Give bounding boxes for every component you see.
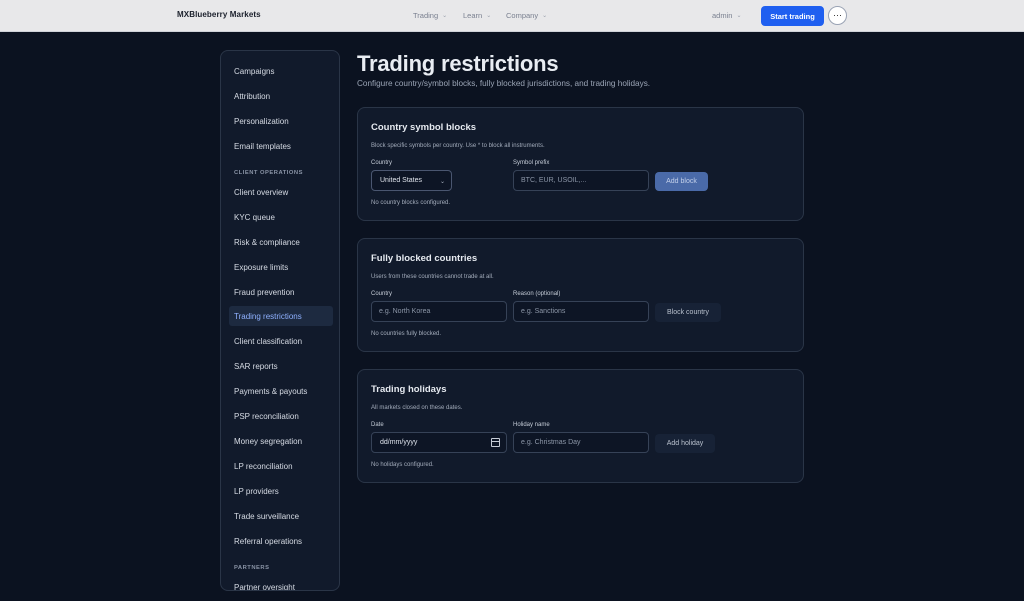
sidebar-item-money-segregation[interactable]: Money segregation: [229, 431, 333, 451]
trading-holidays-card: Trading holidays All markets closed on t…: [357, 369, 804, 483]
top-navigation-bar: MXBlueberry Markets Trading ⌄ Learn ⌄ Co…: [0, 0, 1024, 32]
card-description: All markets closed on these dates.: [371, 405, 463, 411]
sidebar-item-attribution[interactable]: Attribution: [229, 86, 333, 106]
sidebar-section-client-operations: CLIENT OPERATIONS: [234, 170, 303, 176]
more-options-icon[interactable]: ⋯: [828, 6, 847, 25]
empty-state-text: No country blocks configured.: [371, 200, 451, 206]
chevron-down-icon: ⌄: [542, 13, 548, 19]
sidebar-item-kyc-queue[interactable]: KYC queue: [229, 207, 333, 227]
country-symbol-blocks-card: Country symbol blocks Block specific sym…: [357, 107, 804, 221]
nav-learn-label: Learn: [463, 11, 483, 20]
chevron-down-icon: ⌄: [486, 13, 492, 19]
chevron-down-icon: ⌄: [439, 179, 445, 185]
sidebar-item-partner-oversight[interactable]: Partner oversight: [229, 577, 333, 591]
sidebar-item-email-templates[interactable]: Email templates: [229, 136, 333, 156]
country-select-value: United States: [380, 177, 423, 184]
sidebar-item-risk-compliance[interactable]: Risk & compliance: [229, 232, 333, 252]
add-block-button[interactable]: Add block: [655, 172, 708, 191]
date-label: Date: [371, 422, 384, 428]
sidebar-item-exposure-limits[interactable]: Exposure limits: [229, 257, 333, 277]
page-subtitle: Configure country/symbol blocks, fully b…: [357, 79, 651, 88]
chevron-down-icon: ⌄: [442, 13, 448, 19]
admin-menu[interactable]: admin ⌄: [712, 11, 741, 20]
sidebar-item-client-overview[interactable]: Client overview: [229, 182, 333, 202]
country-label: Country: [371, 160, 393, 166]
start-trading-button[interactable]: Start trading: [761, 6, 824, 26]
sidebar: Campaigns Attribution Personalization Em…: [220, 50, 340, 591]
brand-logo-text[interactable]: MXBlueberry Markets: [177, 10, 261, 19]
reason-label: Reason (optional): [513, 291, 561, 297]
holiday-name-label: Holiday name: [513, 422, 550, 428]
sidebar-item-lp-reconciliation[interactable]: LP reconciliation: [229, 456, 333, 476]
holiday-date-input[interactable]: dd/mm/yyyy: [371, 432, 507, 453]
country-label: Country: [371, 291, 393, 297]
calendar-icon[interactable]: [491, 438, 500, 447]
sidebar-item-psp-reconciliation[interactable]: PSP reconciliation: [229, 406, 333, 426]
date-placeholder: dd/mm/yyyy: [380, 439, 418, 446]
page-title: Trading restrictions: [357, 51, 559, 76]
chevron-down-icon: ⌄: [736, 13, 742, 19]
symbol-prefix-input[interactable]: BTC, EUR, USOIL,...: [513, 170, 649, 191]
admin-label: admin: [712, 11, 733, 20]
card-title: Fully blocked countries: [371, 253, 478, 264]
sidebar-item-referral-operations[interactable]: Referral operations: [229, 531, 333, 551]
sidebar-item-trading-restrictions[interactable]: Trading restrictions: [229, 306, 333, 326]
card-title: Country symbol blocks: [371, 122, 477, 133]
sidebar-item-payments-payouts[interactable]: Payments & payouts: [229, 381, 333, 401]
sidebar-section-partners: PARTNERS: [234, 565, 270, 571]
nav-trading-label: Trading: [413, 11, 439, 20]
nav-trading[interactable]: Trading ⌄: [413, 11, 447, 20]
fully-blocked-countries-card: Fully blocked countries Users from these…: [357, 238, 804, 352]
blocked-country-input[interactable]: e.g. North Korea: [371, 301, 507, 322]
nav-learn[interactable]: Learn ⌄: [463, 11, 491, 20]
empty-state-text: No countries fully blocked.: [371, 331, 442, 337]
sidebar-item-fraud-prevention[interactable]: Fraud prevention: [229, 282, 333, 302]
card-title: Trading holidays: [371, 384, 447, 395]
sidebar-item-lp-providers[interactable]: LP providers: [229, 481, 333, 501]
block-country-button[interactable]: Block country: [655, 303, 721, 322]
country-select[interactable]: United States ⌄: [371, 170, 452, 191]
card-description: Users from these countries cannot trade …: [371, 274, 494, 280]
reason-input[interactable]: e.g. Sanctions: [513, 301, 649, 322]
card-description: Block specific symbols per country. Use …: [371, 143, 545, 149]
holiday-name-input[interactable]: e.g. Christmas Day: [513, 432, 649, 453]
nav-company-label: Company: [506, 11, 539, 20]
sidebar-item-personalization[interactable]: Personalization: [229, 111, 333, 131]
add-holiday-button[interactable]: Add holiday: [655, 434, 715, 453]
sidebar-item-sar-reports[interactable]: SAR reports: [229, 356, 333, 376]
nav-company[interactable]: Company ⌄: [506, 11, 547, 20]
sidebar-item-client-classification[interactable]: Client classification: [229, 331, 333, 351]
sidebar-item-trade-surveillance[interactable]: Trade surveillance: [229, 506, 333, 526]
empty-state-text: No holidays configured.: [371, 462, 434, 468]
symbol-prefix-label: Symbol prefix: [513, 160, 550, 166]
sidebar-item-campaigns[interactable]: Campaigns: [229, 61, 333, 81]
